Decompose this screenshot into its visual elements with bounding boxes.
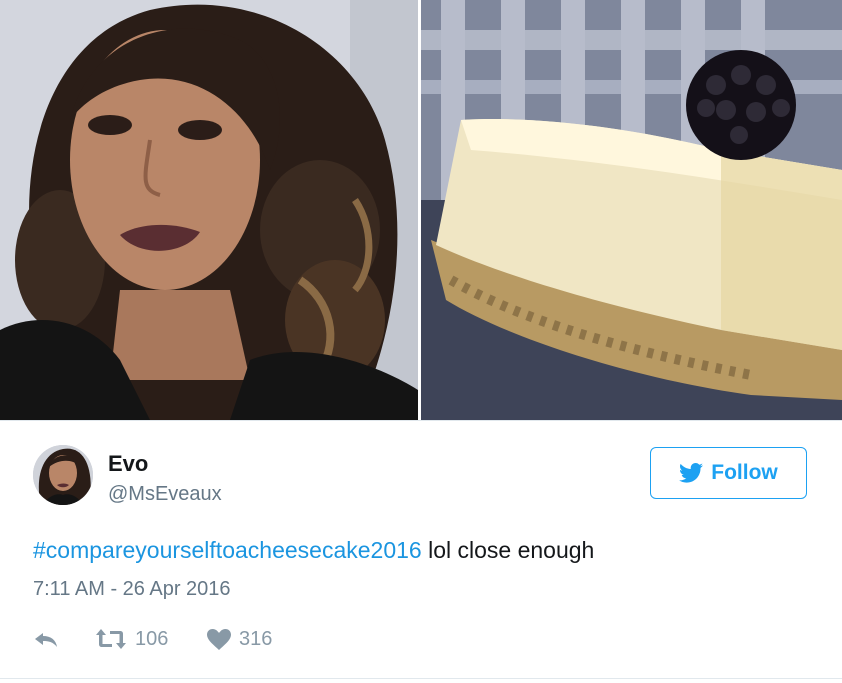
tweet-actions: 106 316 (33, 624, 272, 654)
bottom-divider (0, 678, 842, 679)
tweet-card: Evo @MsEveaux Follow #compareyourselftoa… (0, 0, 842, 683)
tweet-timestamp[interactable]: 7:11 AM - 26 Apr 2016 (33, 577, 231, 601)
selfie-photo[interactable] (0, 0, 418, 420)
like-count: 316 (239, 627, 273, 650)
avatar[interactable] (33, 445, 93, 505)
tweet-text-body: lol close enough (421, 537, 595, 563)
cheesecake-photo[interactable] (421, 0, 842, 420)
follow-button[interactable]: Follow (650, 447, 807, 499)
like-button[interactable]: 316 (207, 628, 272, 651)
twitter-bird-icon (679, 463, 704, 483)
retweet-button[interactable]: 106 (95, 628, 207, 651)
reply-button[interactable] (33, 629, 95, 649)
tweet-media (0, 0, 842, 421)
retweet-count: 106 (135, 627, 169, 650)
follow-label: Follow (711, 461, 778, 484)
hashtag-link[interactable]: #compareyourselftoacheesecake2016 (33, 537, 422, 563)
user-handle[interactable]: @MsEveaux (108, 482, 222, 506)
reply-icon (33, 629, 59, 649)
retweet-icon (95, 628, 127, 650)
tweet-text: #compareyourselftoacheesecake2016 lol cl… (33, 536, 594, 564)
display-name[interactable]: Evo (108, 451, 148, 477)
heart-icon (207, 628, 231, 650)
